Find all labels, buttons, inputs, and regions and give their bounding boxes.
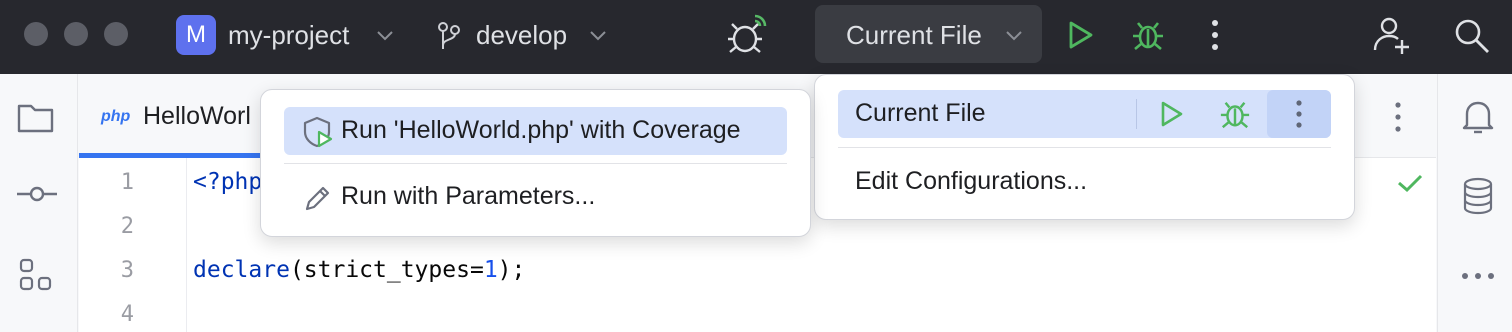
menu-item-label: Run with Parameters... [341, 182, 596, 210]
run-configuration-selector[interactable]: Current File [815, 5, 1042, 63]
code-line-3[interactable]: declare(strict_types=1); [193, 257, 525, 283]
debug-icon[interactable] [1130, 18, 1166, 52]
add-user-icon[interactable] [1370, 14, 1412, 56]
pencil-icon [305, 186, 330, 211]
more-icon [1296, 100, 1302, 128]
more-tool-windows-icon[interactable] [1460, 270, 1496, 282]
commit-icon[interactable] [16, 182, 58, 206]
menu-separator [284, 163, 787, 164]
more-icon[interactable] [1205, 17, 1225, 53]
menu-item-current-file[interactable]: Current File [838, 90, 1331, 138]
menu-item-edit-configurations[interactable]: Edit Configurations... [838, 159, 1331, 205]
check-icon[interactable] [1396, 172, 1424, 194]
separator [1136, 99, 1137, 129]
database-icon[interactable] [1460, 176, 1496, 216]
run-config-label: Current File [846, 20, 982, 50]
line-number: 1 [120, 170, 134, 195]
project-name[interactable]: my-project [228, 18, 349, 52]
chevron-down-icon [1006, 31, 1022, 41]
menu-item-label: Current File [855, 99, 986, 127]
run-configurations-popup: Current File Edit Configurations... [814, 74, 1355, 220]
run-icon[interactable] [1066, 19, 1096, 51]
editor-tab[interactable]: php HelloWorl [101, 102, 281, 138]
menu-item-run-with-coverage[interactable]: Run 'HelloWorld.php' with Coverage [284, 107, 787, 155]
debug-service-icon[interactable] [724, 12, 770, 56]
tab-title: HelloWorl [143, 102, 251, 130]
code-text: ); [497, 257, 526, 283]
title-bar: M my-project develop Current File [0, 0, 1512, 74]
code-text: (strict_types= [289, 257, 484, 283]
menu-item-label: Run 'HelloWorld.php' with Coverage [341, 116, 741, 144]
gutter-divider [186, 158, 187, 332]
php-file-icon: php [101, 108, 131, 125]
menu-separator [838, 147, 1331, 148]
menu-item-label: Edit Configurations... [855, 167, 1088, 195]
zoom-window-button[interactable] [104, 22, 128, 46]
line-number: 3 [120, 258, 134, 283]
chevron-down-icon[interactable] [374, 25, 396, 45]
menu-item-run-with-parameters[interactable]: Run with Parameters... [284, 173, 787, 221]
debug-icon[interactable] [1218, 98, 1252, 130]
code-line-1[interactable]: <?php [193, 169, 262, 195]
coverage-icon [303, 116, 333, 148]
close-window-button[interactable] [24, 22, 48, 46]
chevron-down-icon[interactable] [587, 25, 609, 45]
structure-icon[interactable] [18, 257, 54, 293]
project-avatar[interactable]: M [176, 15, 216, 55]
more-actions-button[interactable] [1267, 90, 1331, 138]
line-number: 4 [120, 302, 134, 327]
folder-icon[interactable] [16, 101, 56, 135]
run-icon[interactable] [1156, 99, 1186, 129]
more-actions-popup: Run 'HelloWorld.php' with Coverage Run w… [260, 89, 811, 237]
branch-icon [438, 22, 460, 49]
bell-icon[interactable] [1460, 98, 1496, 136]
editor-tabs-more-icon[interactable] [1388, 100, 1408, 134]
minimize-window-button[interactable] [64, 22, 88, 46]
left-tool-window-bar [0, 74, 78, 332]
code-number: 1 [483, 257, 498, 283]
line-number: 2 [120, 214, 134, 239]
branch-name[interactable]: develop [476, 18, 567, 52]
right-tool-window-bar [1437, 74, 1512, 332]
code-keyword: declare [193, 257, 290, 283]
search-icon[interactable] [1452, 16, 1492, 56]
